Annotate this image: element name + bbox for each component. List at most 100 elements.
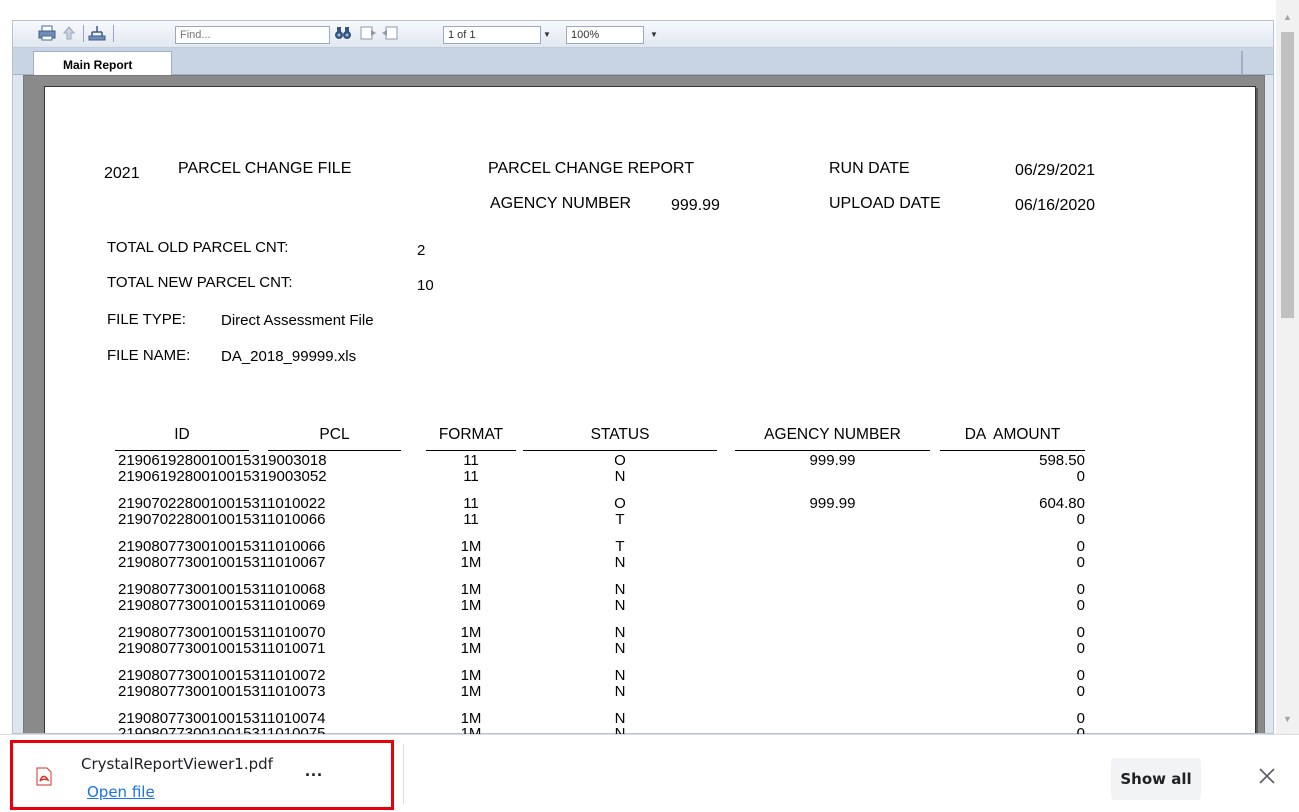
download-item[interactable] xyxy=(10,740,394,810)
cell-status: O xyxy=(614,495,626,512)
zoom-dropdown-chevron-icon[interactable]: ▼ xyxy=(649,27,659,43)
print-icon[interactable] xyxy=(37,24,57,42)
cell-agency-number: 999.99 xyxy=(809,452,856,469)
upload-date-label: UPLOAD DATE xyxy=(829,195,941,212)
cell-agency-number xyxy=(735,727,930,734)
column-header-format: FORMAT xyxy=(438,426,504,443)
close-icon[interactable] xyxy=(1256,765,1278,787)
cell-format: 1M xyxy=(460,581,482,598)
cell-status: N xyxy=(614,640,626,657)
cell-format: 1M xyxy=(460,624,482,641)
binoculars-search-icon[interactable] xyxy=(333,24,353,42)
cell-da-amount: 0 xyxy=(1076,581,1085,598)
scroll-up-arrow-icon[interactable]: ▲ xyxy=(1276,6,1299,28)
show-all-button[interactable]: Show all xyxy=(1111,758,1201,800)
viewer-toolbar: 1 of 1 ▼ 100% ▼ xyxy=(13,21,1273,48)
cell-status: O xyxy=(614,452,626,469)
more-options-button[interactable]: ... xyxy=(305,760,323,781)
previous-page-icon[interactable] xyxy=(379,24,399,42)
cell-status: N xyxy=(614,554,626,571)
page-dropdown-chevron-icon[interactable]: ▼ xyxy=(542,27,552,43)
column-header-da-amount: DA AMOUNT xyxy=(964,426,1061,443)
cell-format: 11 xyxy=(463,452,479,469)
cell-da-amount: 0 xyxy=(1076,511,1085,528)
agency-number-value: 999.99 xyxy=(671,197,720,214)
cell-status: N xyxy=(614,667,626,684)
cell-da-amount: 0 xyxy=(1076,597,1085,614)
cell-status: T xyxy=(615,538,625,555)
cell-id-pcl: 2190807730010015311010074 xyxy=(118,710,326,727)
cell-format: 1M xyxy=(460,683,482,700)
column-header-agency-number: AGENCY NUMBER xyxy=(764,426,901,443)
cell-status: N xyxy=(523,727,717,734)
cell-da-amount: 0 xyxy=(1076,554,1085,571)
tab-main-report[interactable]: Main Report xyxy=(33,51,172,75)
cell-da-amount: 0 xyxy=(1076,468,1085,485)
zoom-selector[interactable]: 100% xyxy=(566,26,644,44)
cell-agency-number: 999.99 xyxy=(809,495,856,512)
cell-format: 11 xyxy=(463,511,479,528)
cell-id-pcl: 2190807730010015311010070 xyxy=(118,624,326,641)
cell-format: 1M xyxy=(460,597,482,614)
next-page-icon[interactable] xyxy=(359,24,379,42)
cell-id-pcl: 2190702280010015311010022 xyxy=(118,495,326,512)
cell-da-amount: 604.80 xyxy=(1039,495,1085,512)
cell-da-amount: 598.50 xyxy=(1039,452,1085,469)
upload-date-value: 06/16/2020 xyxy=(1015,197,1096,214)
vertical-scrollbar[interactable]: ▲ ▼ xyxy=(1276,0,1299,734)
cell-id-pcl: 2190807730010015311010068 xyxy=(118,581,326,598)
agency-number-label: AGENCY NUMBER xyxy=(490,195,632,212)
cell-id-pcl: 2190619280010015319003018 xyxy=(118,452,327,469)
total-new-label: TOTAL NEW PARCEL CNT: xyxy=(107,274,293,291)
cell-da-amount: 0 xyxy=(1076,640,1085,657)
scrollbar-thumb[interactable] xyxy=(1281,32,1294,318)
scroll-down-arrow-icon[interactable]: ▼ xyxy=(1276,708,1299,730)
cell-format: 1M xyxy=(460,640,482,657)
total-old-label: TOTAL OLD PARCEL CNT: xyxy=(107,239,289,256)
cell-da-amount: 0 xyxy=(1076,538,1085,555)
column-header-id: ID xyxy=(174,426,190,443)
cell-da-amount: 0 xyxy=(1076,710,1085,727)
cell-id-pcl: 2190619280010015319003052 xyxy=(118,468,327,485)
page-selector[interactable]: 1 of 1 xyxy=(443,26,541,44)
report-title: PARCEL CHANGE REPORT xyxy=(488,160,694,177)
open-file-link[interactable]: Open file xyxy=(87,783,155,801)
cell-da-amount: 0 xyxy=(1076,667,1085,684)
cell-id-pcl: 2190807730010015311010075 xyxy=(118,727,388,734)
column-header-status: STATUS xyxy=(590,426,650,443)
cell-status: N xyxy=(614,581,626,598)
cell-id-pcl: 2190807730010015311010069 xyxy=(118,597,326,614)
file-name-value: DA_2018_99999.xls xyxy=(221,348,357,365)
cell-da-amount: 0 xyxy=(1076,683,1085,700)
column-header-pcl: PCL xyxy=(319,426,350,443)
find-input[interactable] xyxy=(175,26,330,44)
cell-format: 1M xyxy=(460,667,482,684)
cell-format: 11 xyxy=(463,495,479,512)
cell-id-pcl: 2190807730010015311010071 xyxy=(118,640,326,657)
cell-format: 1M xyxy=(426,727,516,734)
file-type-label: FILE TYPE: xyxy=(107,311,186,328)
column-underline xyxy=(426,450,516,451)
cell-format: 1M xyxy=(460,554,482,571)
cell-status: N xyxy=(614,683,626,700)
column-underline xyxy=(115,450,249,451)
cell-status: N xyxy=(614,597,626,614)
column-underline xyxy=(735,450,930,451)
cell-id-pcl: 2190807730010015311010067 xyxy=(118,554,326,571)
cell-da-amount: 0 xyxy=(1076,624,1085,641)
cell-status: N xyxy=(614,710,626,727)
report-year: 2021 xyxy=(104,165,140,182)
cell-status: T xyxy=(615,511,625,528)
file-name-label: FILE NAME: xyxy=(107,347,191,364)
cell-id-pcl: 2190807730010015311010073 xyxy=(118,683,326,700)
cell-id-pcl: 2190807730010015311010066 xyxy=(118,538,326,555)
cell-format: 11 xyxy=(463,468,479,485)
export-up-arrow-icon[interactable] xyxy=(59,24,79,42)
cell-id-pcl: 2190807730010015311010072 xyxy=(118,667,326,684)
file-type-value: Direct Assessment File xyxy=(221,312,374,329)
download-file-name[interactable]: CrystalReportViewer1.pdf xyxy=(81,755,273,773)
cell-id-pcl: 2190702280010015311010066 xyxy=(118,511,326,528)
group-tree-icon[interactable] xyxy=(87,24,107,42)
cell-format: 1M xyxy=(460,710,482,727)
total-old-value: 2 xyxy=(417,242,426,259)
